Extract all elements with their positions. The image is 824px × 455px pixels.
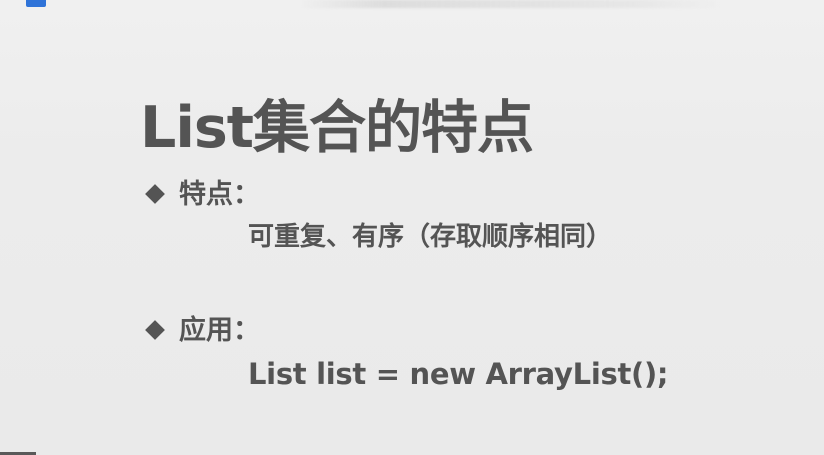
code-example: List list = new ArrayList(); <box>248 357 669 391</box>
section-body-text: 可重复、有序（存取顺序相同） <box>248 222 613 252</box>
app-corner-icon <box>26 0 46 7</box>
slide: List集合的特点 特点： 可重复、有序（存取顺序相同） 应用： List li… <box>0 0 824 455</box>
section-features: 特点： <box>145 178 260 210</box>
section-label: 特点： <box>179 178 260 210</box>
slide-title: List集合的特点 <box>140 95 534 161</box>
diamond-bullet-icon <box>145 320 165 340</box>
diamond-bullet-icon <box>145 184 165 204</box>
top-toolbar-remnant <box>300 0 720 8</box>
section-usage: 应用： <box>145 314 260 346</box>
section-label: 应用： <box>179 314 260 346</box>
